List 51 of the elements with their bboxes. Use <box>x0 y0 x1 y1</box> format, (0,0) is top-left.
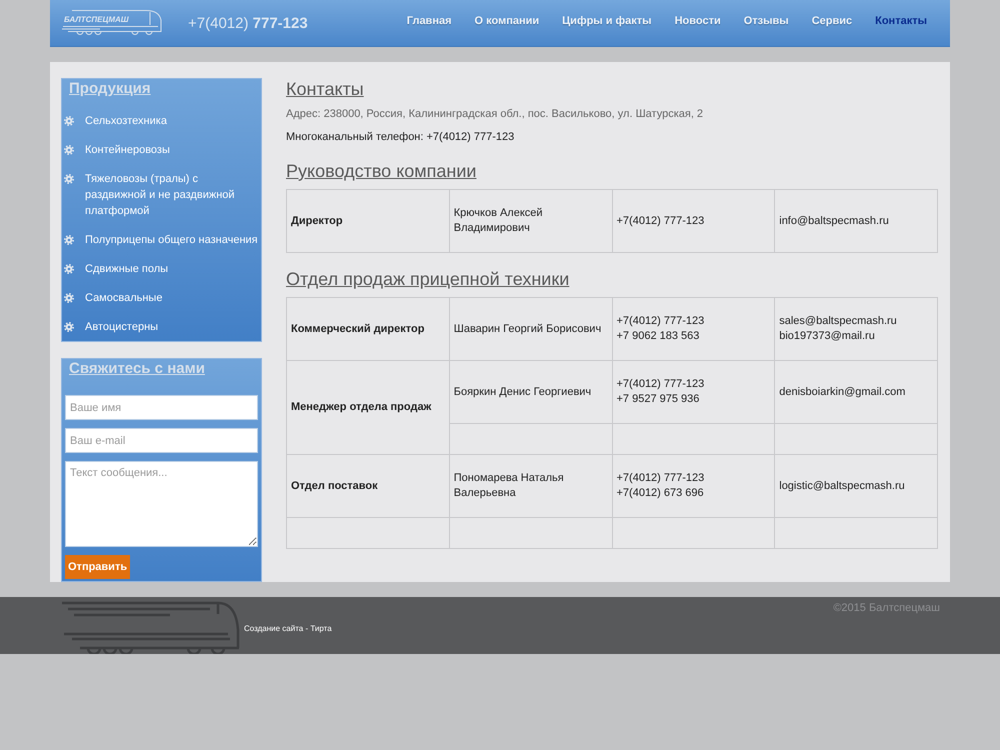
table-cell: +7(4012) 777-123 +7 9527 975 936 <box>612 360 775 424</box>
table-cell: Пономарева Наталья Валерьевна <box>449 454 612 518</box>
message-field[interactable]: Текст сообщения... <box>65 461 258 547</box>
nav-link[interactable]: Контакты <box>875 14 927 26</box>
sidebar-heading: Продукция <box>68 79 152 99</box>
address-text: Адрес: 238000, Россия, Калининградская обл., пос. Васильково, ул. Шатурская, 2 <box>286 107 704 122</box>
table-cell: Коммерческий директор <box>286 298 450 360</box>
phone-text: Многоканальный телефон: +7(4012) 777-123 <box>286 130 516 145</box>
product-link[interactable]: Тяжеловозы (тралы) с раздвижной и не раздвижной платформой <box>85 170 261 218</box>
gear-icon <box>64 322 74 332</box>
gear-icon <box>64 174 74 184</box>
product-link[interactable]: Сельхозтехника <box>85 112 167 128</box>
logo[interactable]: БАЛТСПЕЦМАШ <box>60 8 165 38</box>
nav-link[interactable]: Отзывы <box>744 14 789 26</box>
table-cell: info@baltspecmash.ru <box>774 190 938 252</box>
nav-link[interactable]: Новости <box>674 14 721 26</box>
gear-icon <box>64 116 74 126</box>
nav-link[interactable]: О компании <box>474 14 540 26</box>
product-link[interactable]: Сдвижные полы <box>85 260 168 276</box>
submit-button[interactable]: Отправить <box>65 555 130 579</box>
table-cell: Директор <box>286 190 450 252</box>
table-cell: denisboiarkin@gmail.com <box>774 360 938 424</box>
header-phone: +7(4012) 777-123 <box>188 14 308 32</box>
section-heading: Руководство компании <box>286 160 478 182</box>
section-heading: Отдел продаж прицепной техники <box>286 268 570 290</box>
product-link[interactable]: Самосвальные <box>85 290 162 306</box>
product-link[interactable]: Автоцистерны <box>85 318 158 334</box>
nav-link[interactable]: Цифры и факты <box>562 14 652 26</box>
table-cell: +7(4012) 777-123 +7(4012) 673 696 <box>612 454 775 518</box>
table-cell: +7(4012) 777-123 +7 9062 183 563 <box>612 298 775 360</box>
table-cell: Отдел поставок <box>286 454 450 518</box>
product-link[interactable]: Полуприцепы общего назначения <box>85 232 258 248</box>
table-cell: sales@baltspecmash.ru bio197373@mail.ru <box>774 298 938 360</box>
table-cell: Шаварин Георгий Борисович <box>449 298 612 360</box>
product-link[interactable]: Контейнеровозы <box>85 142 170 158</box>
credit-text: Создание сайта - Тирта <box>244 624 332 632</box>
table-cell: +7(4012) 777-123 <box>612 190 775 252</box>
gear-icon <box>64 264 74 274</box>
gear-icon <box>64 292 74 302</box>
table-cell: logistic@baltspecmash.ru <box>774 454 938 518</box>
sidebar-heading: Свяжитесь с нами <box>68 359 206 379</box>
nav-link[interactable]: Сервис <box>812 14 852 26</box>
gear-icon <box>64 234 74 244</box>
nav-link[interactable]: Главная <box>406 14 452 26</box>
page-heading: Контакты <box>286 78 365 100</box>
input-field[interactable]: Ваш e-mail <box>65 428 258 453</box>
input-field[interactable]: Ваше имя <box>65 395 258 420</box>
table-cell: Менеджер отдела продаж <box>286 360 450 454</box>
table-cell: Крючков Алексей Владимирович <box>449 190 612 252</box>
table-cell: Бояркин Денис Георгиевич <box>449 360 612 424</box>
gear-icon <box>64 144 74 154</box>
